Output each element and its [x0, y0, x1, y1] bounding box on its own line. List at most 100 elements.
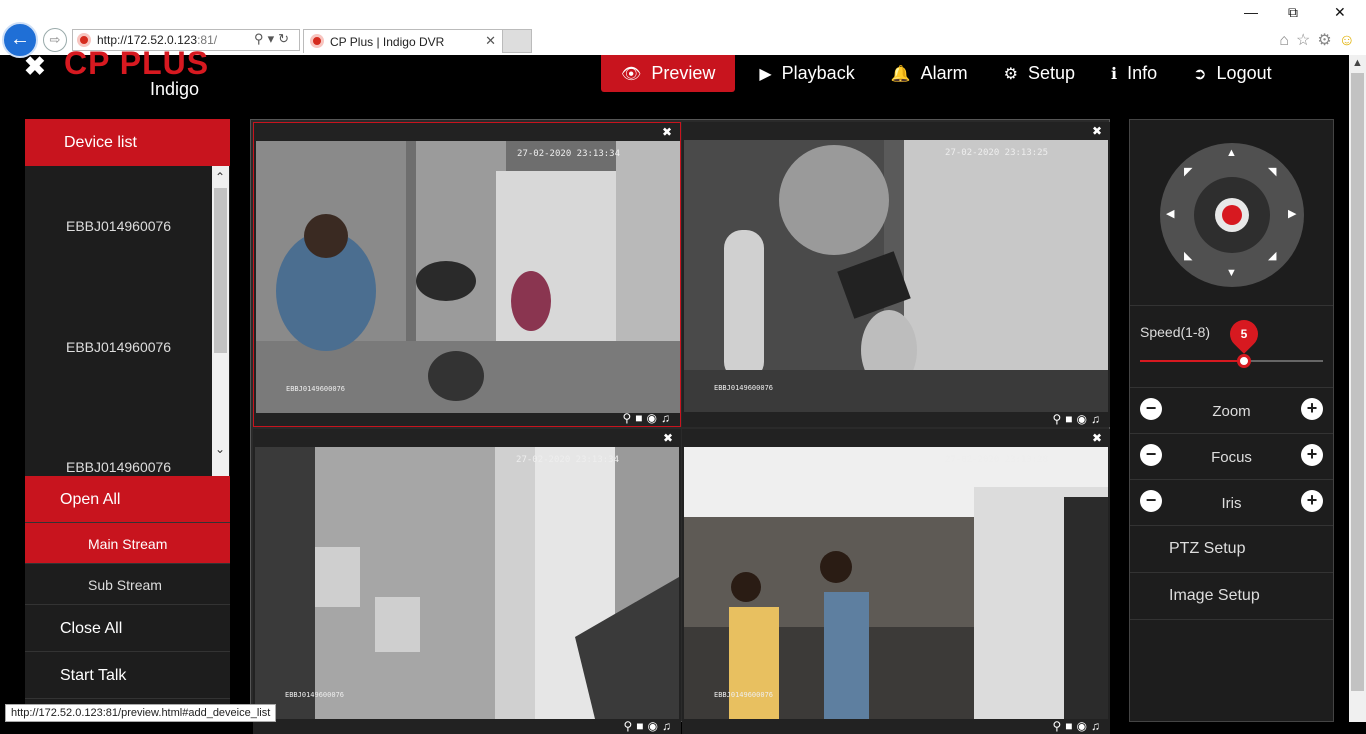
ptz-setup-button[interactable]: PTZ Setup	[1130, 526, 1333, 573]
ptz-right-icon[interactable]: ▶	[1288, 207, 1296, 220]
record-icon[interactable]: ■	[636, 719, 647, 733]
zoom-in-icon[interactable]: ⚲	[622, 411, 635, 425]
ptz-left-icon[interactable]: ◀	[1166, 207, 1174, 220]
brand-name: CP PLUS	[64, 45, 210, 81]
new-tab-button[interactable]	[502, 29, 532, 53]
audio-icon[interactable]: ♫	[1091, 719, 1104, 733]
speed-slider-fill	[1140, 360, 1245, 362]
nav-alarm[interactable]: 🔔 Alarm	[891, 55, 968, 92]
audio-icon[interactable]: ♫	[1091, 412, 1104, 426]
camera-timestamp: 27-02-2020 23:13:28	[945, 455, 1048, 465]
camera-view[interactable]: ✖ 27-02-2020 23:13:34 EBBJ0149600076 ⚲■◉…	[253, 122, 681, 427]
page-scrollbar[interactable]: ▲	[1349, 55, 1366, 722]
tab-title: CP Plus | Indigo DVR	[330, 35, 445, 49]
ptz-down-icon[interactable]: ▼	[1226, 267, 1237, 279]
close-view-icon[interactable]: ✖	[1092, 124, 1102, 138]
zoom-in-icon[interactable]: ⚲	[1052, 719, 1065, 733]
zoom-control: − Zoom +	[1130, 388, 1333, 434]
restore-icon[interactable]: ⧉	[1288, 4, 1298, 21]
device-item[interactable]: EBBJ014960076	[66, 218, 171, 234]
record-icon[interactable]: ■	[1065, 719, 1076, 733]
camera-toolbar: ⚲■◉♫	[1052, 412, 1104, 426]
close-view-icon[interactable]: ✖	[662, 125, 672, 139]
speed-slider-knob[interactable]	[1237, 354, 1252, 368]
close-view-icon[interactable]: ✖	[663, 431, 673, 445]
ptz-up-left-icon[interactable]: ◤	[1184, 165, 1192, 178]
nav-preview[interactable]: 👁 Preview	[601, 55, 736, 92]
close-window-icon[interactable]: ✕	[1334, 4, 1346, 21]
nav-logout[interactable]: ➲ Logout	[1193, 55, 1271, 92]
focus-plus-button[interactable]: +	[1301, 444, 1323, 466]
dropdown-icon: ▾	[267, 31, 279, 46]
ptz-center-dot-icon	[1222, 205, 1242, 225]
ptz-up-right-icon[interactable]: ◥	[1268, 165, 1276, 178]
main-nav: 👁 Preview ▶ Playback 🔔 Alarm ⚙ Setup ℹ Info ➲…	[601, 55, 1308, 92]
ptz-up-icon[interactable]: ▲	[1226, 147, 1237, 159]
ptz-down-right-icon[interactable]: ◢	[1268, 249, 1276, 262]
speed-label: Speed(1-8)	[1140, 324, 1211, 340]
scroll-up-icon[interactable]: ⌃	[215, 170, 225, 184]
speed-control: Speed(1-8) 5	[1130, 306, 1333, 388]
camera-feed[interactable]: 27-02-2020 23:13:25 EBBJ0149600076	[684, 140, 1108, 412]
ptz-direction-pad[interactable]: ▲ ▼ ◀ ▶ ◤ ◥ ◣ ◢	[1160, 143, 1304, 287]
address-tools[interactable]: ⚲▾↻	[254, 31, 293, 47]
device-item[interactable]: EBBJ014960076	[66, 339, 171, 355]
record-icon[interactable]: ■	[1065, 412, 1076, 426]
start-talk-button[interactable]: Start Talk	[25, 652, 230, 699]
camera-label: EBBJ0149600076	[714, 384, 774, 392]
device-list-scrollbar[interactable]: ⌃ ⌄	[212, 166, 229, 476]
camera-view[interactable]: ✖ 27-02-2020 23:13:25 EBBJ0149600076 ⚲■◉…	[682, 122, 1110, 427]
page-scroll-thumb[interactable]	[1351, 73, 1364, 691]
snapshot-icon[interactable]: ◉	[647, 411, 661, 425]
tab-close-icon[interactable]: ✕	[485, 33, 496, 49]
speed-slider[interactable]: 5	[1140, 314, 1323, 368]
audio-icon[interactable]: ♫	[662, 719, 675, 733]
camera-feed[interactable]: 27-02-2020 23:13:34 EBBJ0149600076	[255, 447, 679, 719]
nav-playback[interactable]: ▶ Playback	[759, 55, 854, 92]
sub-stream-button[interactable]: Sub Stream	[25, 564, 230, 605]
camera-timestamp: 27-02-2020 23:13:34	[516, 455, 619, 465]
page-scroll-up-icon[interactable]: ▲	[1352, 57, 1363, 69]
camera-feed[interactable]: 27-02-2020 23:13:28 EBBJ0149600076	[684, 447, 1108, 719]
main-stream-button[interactable]: Main Stream	[25, 523, 230, 564]
nav-setup[interactable]: ⚙ Setup	[1004, 55, 1075, 92]
image-setup-button[interactable]: Image Setup	[1130, 573, 1333, 620]
browser-toolbar-icons: ⌂☆⚙☺	[1279, 30, 1362, 50]
open-all-button[interactable]: Open All	[25, 476, 230, 523]
zoom-in-button[interactable]: +	[1301, 398, 1323, 420]
smiley-feedback-icon[interactable]: ☺	[1339, 32, 1362, 49]
minimize-icon[interactable]: —	[1244, 4, 1258, 20]
audio-icon[interactable]: ♫	[661, 411, 674, 425]
video-grid: ✖ 27-02-2020 23:13:34 EBBJ0149600076 ⚲■◉…	[250, 119, 1110, 734]
browser-tab[interactable]: CP Plus | Indigo DVR ✕	[303, 29, 503, 53]
close-all-button[interactable]: Close All	[25, 605, 230, 652]
ptz-down-left-icon[interactable]: ◣	[1184, 249, 1192, 262]
scroll-down-icon[interactable]: ⌄	[215, 442, 225, 456]
tab-favicon-icon	[310, 34, 324, 48]
device-panel: Device list EBBJ014960076 EBBJ014960076 …	[25, 119, 230, 722]
zoom-in-icon[interactable]: ⚲	[1052, 412, 1065, 426]
camera-label: EBBJ0149600076	[285, 691, 345, 699]
favorites-star-icon[interactable]: ☆	[1296, 32, 1317, 49]
nav-info[interactable]: ℹ Info	[1111, 55, 1157, 92]
snapshot-icon[interactable]: ◉	[1077, 412, 1091, 426]
camera-view[interactable]: ✖ 27-02-2020 23:13:34 EBBJ0149600076 ⚲■◉…	[253, 429, 681, 734]
snapshot-icon[interactable]: ◉	[1077, 719, 1091, 733]
settings-gear-icon[interactable]: ⚙	[1317, 32, 1338, 49]
brand-product: Indigo	[150, 79, 200, 99]
record-icon[interactable]: ■	[635, 411, 646, 425]
device-list-header[interactable]: Device list	[25, 119, 230, 166]
camera-feed[interactable]: 27-02-2020 23:13:34 EBBJ0149600076	[256, 141, 680, 413]
home-icon[interactable]: ⌂	[1279, 32, 1296, 49]
scroll-thumb[interactable]	[214, 188, 227, 353]
logout-icon: ➲	[1193, 65, 1207, 83]
device-item[interactable]: EBBJ014960076	[66, 459, 171, 475]
iris-plus-button[interactable]: +	[1301, 490, 1323, 512]
snapshot-icon[interactable]: ◉	[648, 719, 662, 733]
focus-control: − Focus +	[1130, 434, 1333, 480]
camera-view[interactable]: ✖ 27-02-2020 23:13:28 EBBJ0149600076 ⚲■◉…	[682, 429, 1110, 734]
speed-value-bubble: 5	[1224, 314, 1265, 354]
zoom-in-icon[interactable]: ⚲	[623, 719, 636, 733]
close-view-icon[interactable]: ✖	[1092, 431, 1102, 445]
camera-toolbar: ⚲■◉♫	[1052, 719, 1104, 733]
